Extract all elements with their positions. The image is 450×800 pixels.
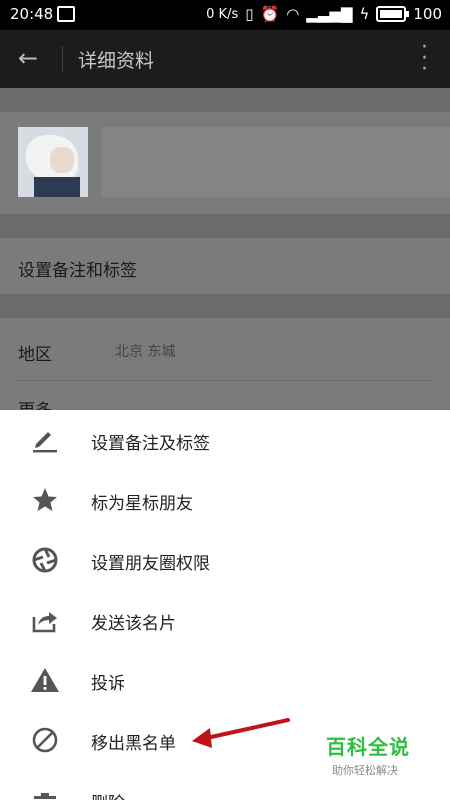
- app-bar: ← 详细资料 · · ·: [0, 30, 450, 88]
- menu-item-set-remark[interactable]: 设置备注及标签: [0, 410, 450, 470]
- wifi-icon: ◠: [286, 5, 300, 23]
- region-value: 北京 东城: [115, 344, 176, 360]
- aperture-icon: [32, 547, 58, 573]
- annotation-arrow: [192, 718, 290, 748]
- menu-item-label: 标为星标朋友: [91, 494, 193, 514]
- charging-icon: ϟ: [359, 5, 370, 23]
- alarm-icon: ⏰: [260, 5, 280, 23]
- signal-icon: ▂▃▅▇: [306, 5, 353, 23]
- notification-icon: [57, 6, 75, 22]
- trash-icon: [34, 793, 56, 799]
- menu-item-label: 设置朋友圈权限: [91, 554, 210, 574]
- watermark-logo: 百科全说 助你轻松解决: [326, 731, 410, 778]
- share-icon: [32, 612, 57, 633]
- battery-icon: [376, 6, 410, 22]
- avatar-face: [50, 147, 74, 173]
- vibrate-icon: ▯: [245, 5, 254, 23]
- pencil-icon: [33, 432, 57, 453]
- menu-item-label: 投诉: [91, 674, 125, 694]
- menu-item-send-card[interactable]: 发送该名片: [0, 590, 450, 650]
- profile-name-box: [101, 127, 450, 197]
- avatar[interactable]: [18, 127, 88, 197]
- menu-item-moments-permission[interactable]: 设置朋友圈权限: [0, 530, 450, 590]
- status-right: 0 K/s ▯ ⏰ ◠ ▂▃▅▇ ϟ 100: [206, 5, 442, 23]
- menu-item-label: 删除: [91, 789, 125, 800]
- region-label: 地区: [18, 345, 52, 365]
- network-speed: 0 K/s: [206, 6, 239, 22]
- block-icon: [32, 727, 58, 753]
- appbar-divider: [62, 46, 63, 72]
- watermark-subtitle: 助你轻松解决: [332, 764, 398, 777]
- row-divider: [18, 380, 432, 381]
- menu-item-label: 设置备注及标签: [91, 434, 210, 454]
- status-bar: 20:48 0 K/s ▯ ⏰ ◠ ▂▃▅▇ ϟ 100: [0, 0, 450, 30]
- page-title: 详细资料: [78, 50, 155, 72]
- more-vert-icon[interactable]: · · ·: [421, 37, 428, 81]
- region-row: 地区 北京 东城 更多: [0, 318, 450, 421]
- battery-level: 100: [413, 5, 442, 23]
- menu-item-label: 发送该名片: [91, 614, 176, 634]
- menu-item-star-friend[interactable]: 标为星标朋友: [0, 470, 450, 530]
- watermark-title: 百科全说: [326, 735, 410, 759]
- remark-row[interactable]: 设置备注和标签: [0, 238, 450, 294]
- status-time: 20:48: [10, 5, 54, 23]
- menu-item-complain[interactable]: 投诉: [0, 650, 450, 710]
- arrow-left-icon[interactable]: ←: [18, 44, 38, 72]
- star-icon: [33, 488, 57, 511]
- menu-item-label: 移出黑名单: [91, 734, 176, 754]
- avatar-coat: [34, 177, 80, 197]
- warning-icon: [31, 668, 59, 692]
- remark-label: 设置备注和标签: [18, 261, 137, 281]
